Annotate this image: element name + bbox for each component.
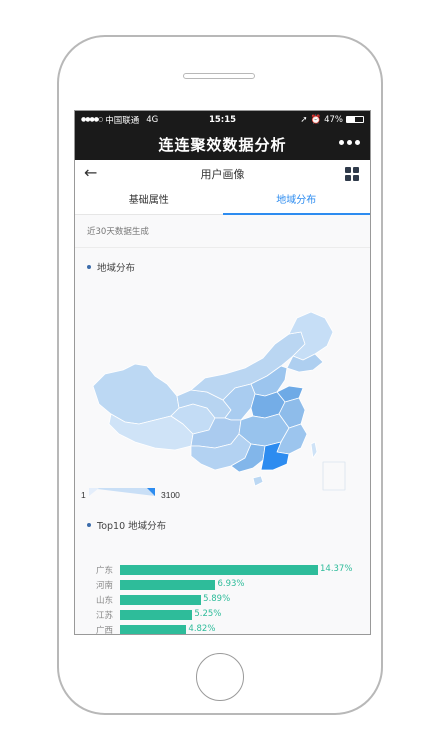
data-period-note: 近30天数据生成 (75, 215, 370, 248)
clock: 15:15 (208, 114, 237, 125)
tab-region-distribution[interactable]: 地域分布 (222, 188, 371, 215)
bar-value-label: 5.25% (194, 609, 222, 619)
bar-value-label: 6.93% (217, 579, 245, 589)
top10-section-header: Top10 地域分布 (75, 518, 370, 532)
home-button[interactable] (196, 653, 244, 701)
grid-menu-icon[interactable] (345, 167, 359, 181)
bar-category-label: 广东 (96, 566, 114, 576)
map-section-title: 地域分布 (97, 263, 136, 274)
bar-value-label: 14.37% (320, 564, 353, 574)
bar-4[interactable] (120, 625, 187, 634)
battery-icon (346, 116, 364, 123)
more-icon[interactable] (339, 140, 360, 145)
top10-section-title: Top10 地域分布 (97, 521, 167, 532)
legend-max-label: 3100 (161, 490, 180, 500)
map-section-header: 地域分布 (75, 260, 370, 274)
bar-0[interactable] (120, 565, 318, 575)
tab-basic-attributes[interactable]: 基础属性 (75, 188, 223, 214)
bar-value-label: 4.82% (188, 624, 216, 634)
top10-bar-chart: 广东 14.37% 河南 6.93% 山东 5.89% 江苏 5.25% 广西 4.82% (75, 532, 370, 635)
china-map-svg: 1 3100 (81, 311, 346, 500)
legend-gradient (89, 488, 155, 496)
bullet-icon (87, 265, 91, 269)
nav-bar: ← 用户画像 (75, 160, 370, 188)
bullet-icon (87, 523, 91, 527)
bar-category-label: 江苏 (96, 611, 114, 621)
app-title: 连连聚效数据分析 (158, 135, 287, 154)
app-header: 连连聚效数据分析 (75, 128, 370, 160)
legend-min-label: 1 (81, 490, 86, 500)
map-region (92, 363, 180, 425)
bar-2[interactable] (120, 595, 202, 605)
page-title: 用户画像 (200, 168, 245, 181)
back-arrow-icon[interactable]: ← (84, 163, 97, 182)
tab-bar: 基础属性 地域分布 (75, 188, 370, 215)
phone-screen: ●●●●○ 中国联通 4G 15:15 ➚ ⏰ 47% 连连聚效数据分析 ← 用… (74, 110, 371, 635)
bar-3[interactable] (120, 610, 193, 620)
map-region (252, 475, 264, 487)
bar-category-label: 河南 (96, 581, 114, 591)
south-china-sea-inset (322, 461, 346, 491)
bar-category-label: 广西 (96, 626, 114, 635)
bar-1[interactable] (120, 580, 216, 590)
china-map[interactable]: 1 3100 (75, 274, 370, 504)
bar-value-label: 5.89% (203, 594, 231, 604)
phone-speaker (183, 73, 255, 79)
bar-category-label: 山东 (96, 596, 114, 606)
map-region (310, 441, 318, 459)
status-bar: ●●●●○ 中国联通 4G 15:15 ➚ ⏰ 47% (75, 111, 370, 128)
